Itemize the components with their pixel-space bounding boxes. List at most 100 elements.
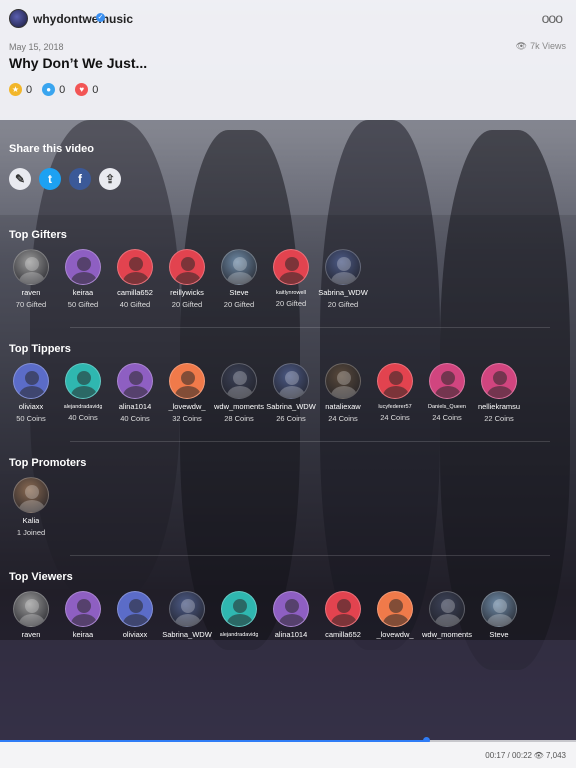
avatar[interactable]	[13, 477, 49, 513]
viewers-item[interactable]: raven	[5, 591, 57, 639]
tippers-item[interactable]: alejandradavidg 40 Coins	[57, 363, 109, 423]
username[interactable]: raven	[22, 288, 41, 297]
username[interactable]: lucyfederer57	[378, 404, 411, 410]
avatar[interactable]	[273, 363, 309, 399]
viewers-item[interactable]: alejandradavidg	[213, 591, 265, 639]
gifters-item[interactable]: camilla652 40 Gifted	[109, 249, 161, 309]
username[interactable]: keiraa	[73, 288, 93, 297]
facebook-share-button[interactable]: f	[69, 168, 91, 190]
avatar[interactable]	[65, 363, 101, 399]
channel-name[interactable]: whydontwemusic	[33, 12, 133, 26]
viewers-item[interactable]: _lovewdw_	[369, 591, 421, 639]
avatar[interactable]	[117, 591, 153, 627]
tippers-item[interactable]: _lovewdw_ 32 Coins	[161, 363, 213, 423]
promoters-item[interactable]: Kalia 1 Joined	[5, 477, 57, 537]
username[interactable]: nelliekramsu	[478, 402, 520, 411]
gifters-item[interactable]: Sabrina_WDW 20 Gifted	[317, 249, 369, 309]
username[interactable]: Kalia	[23, 516, 40, 525]
username[interactable]: wdw_moments	[214, 402, 264, 411]
avatar[interactable]	[273, 249, 309, 285]
avatar[interactable]	[221, 249, 257, 285]
gifters-item[interactable]: keiraa 50 Gifted	[57, 249, 109, 309]
avatar[interactable]	[65, 591, 101, 627]
tippers-item[interactable]: wdw_moments 28 Coins	[213, 363, 265, 423]
avatar[interactable]	[169, 363, 205, 399]
username[interactable]: kaitlynrowell	[276, 290, 306, 296]
username[interactable]: Steve	[489, 630, 508, 639]
tippers-item[interactable]: Sabrina_WDW 26 Coins	[265, 363, 317, 423]
viewers-item[interactable]: alina1014	[265, 591, 317, 639]
twitter-share-button[interactable]: t	[39, 168, 61, 190]
username[interactable]: wdw_moments	[422, 630, 472, 639]
avatar[interactable]	[117, 249, 153, 285]
username[interactable]: oliviaxx	[123, 630, 148, 639]
stat-count: 20 Gifted	[275, 299, 307, 308]
avatar-body	[71, 386, 97, 398]
username[interactable]: nataliexaw	[325, 402, 360, 411]
avatar[interactable]	[221, 591, 257, 627]
avatar[interactable]	[481, 363, 517, 399]
username[interactable]: Steve	[229, 288, 248, 297]
more-options-icon[interactable]: ooo	[542, 10, 563, 26]
tippers-item[interactable]: oliviaxx 50 Coins	[5, 363, 57, 423]
username[interactable]: raven	[22, 630, 41, 639]
avatar[interactable]	[325, 249, 361, 285]
avatar[interactable]	[13, 363, 49, 399]
gifters-item[interactable]: kaitlynrowell 20 Gifted	[265, 249, 317, 309]
username[interactable]: _lovewdw_	[168, 402, 205, 411]
username[interactable]: keiraa	[73, 630, 93, 639]
username[interactable]: alina1014	[119, 402, 152, 411]
tippers-item[interactable]: lucyfederer57 24 Coins	[369, 363, 421, 423]
avatar[interactable]	[169, 591, 205, 627]
avatar[interactable]	[481, 591, 517, 627]
avatar[interactable]	[325, 591, 361, 627]
username[interactable]: Sabrina_WDW	[266, 402, 316, 411]
tippers-item[interactable]: nelliekramsu 22 Coins	[473, 363, 525, 423]
avatar[interactable]	[377, 591, 413, 627]
top-gifters-title: Top Gifters	[9, 229, 67, 241]
reaction-drop[interactable]: ● 0	[42, 83, 65, 96]
gifters-item[interactable]: raven 70 Gifted	[5, 249, 57, 309]
username[interactable]: reillywicks	[170, 288, 204, 297]
viewers-item[interactable]: Sabrina_WDW	[161, 591, 213, 639]
avatar[interactable]	[117, 363, 153, 399]
username[interactable]: camilla652	[117, 288, 153, 297]
tag-share-button[interactable]: ✎	[9, 168, 31, 190]
username[interactable]: alina1014	[275, 630, 308, 639]
top-tippers-title: Top Tippers	[9, 343, 71, 355]
gifters-item[interactable]: Steve 20 Gifted	[213, 249, 265, 309]
username[interactable]: camilla652	[325, 630, 361, 639]
username[interactable]: _lovewdw_	[376, 630, 413, 639]
stat-count: 20 Gifted	[327, 300, 359, 309]
viewers-item[interactable]: keiraa	[57, 591, 109, 639]
avatar-head	[337, 257, 351, 271]
viewers-item[interactable]: oliviaxx	[109, 591, 161, 639]
gifters-item[interactable]: reillywicks 20 Gifted	[161, 249, 213, 309]
channel-avatar[interactable]	[9, 9, 28, 28]
avatar[interactable]	[13, 591, 49, 627]
avatar[interactable]	[429, 591, 465, 627]
username[interactable]: alejandradavidg	[64, 404, 103, 410]
avatar[interactable]	[377, 363, 413, 399]
avatar[interactable]	[325, 363, 361, 399]
reaction-coin[interactable]: ★ 0	[9, 83, 32, 96]
avatar[interactable]	[13, 249, 49, 285]
avatar[interactable]	[221, 363, 257, 399]
tippers-item[interactable]: alina1014 40 Coins	[109, 363, 161, 423]
viewers-item[interactable]: wdw_moments	[421, 591, 473, 639]
reaction-heart[interactable]: ♥ 0	[75, 83, 98, 96]
viewers-item[interactable]: camilla652	[317, 591, 369, 639]
tippers-item[interactable]: nataliexaw 24 Coins	[317, 363, 369, 423]
viewers-item[interactable]: Steve	[473, 591, 525, 639]
username[interactable]: oliviaxx	[19, 402, 44, 411]
avatar[interactable]	[169, 249, 205, 285]
username[interactable]: Sabrina_WDW	[318, 288, 368, 297]
username[interactable]: alejandradavidg	[220, 632, 259, 638]
avatar[interactable]	[273, 591, 309, 627]
username[interactable]: Daniels_Queen	[428, 404, 466, 410]
export-share-button[interactable]: ⇪	[99, 168, 121, 190]
avatar[interactable]	[65, 249, 101, 285]
tippers-item[interactable]: Daniels_Queen 24 Coins	[421, 363, 473, 423]
avatar[interactable]	[429, 363, 465, 399]
username[interactable]: Sabrina_WDW	[162, 630, 212, 639]
